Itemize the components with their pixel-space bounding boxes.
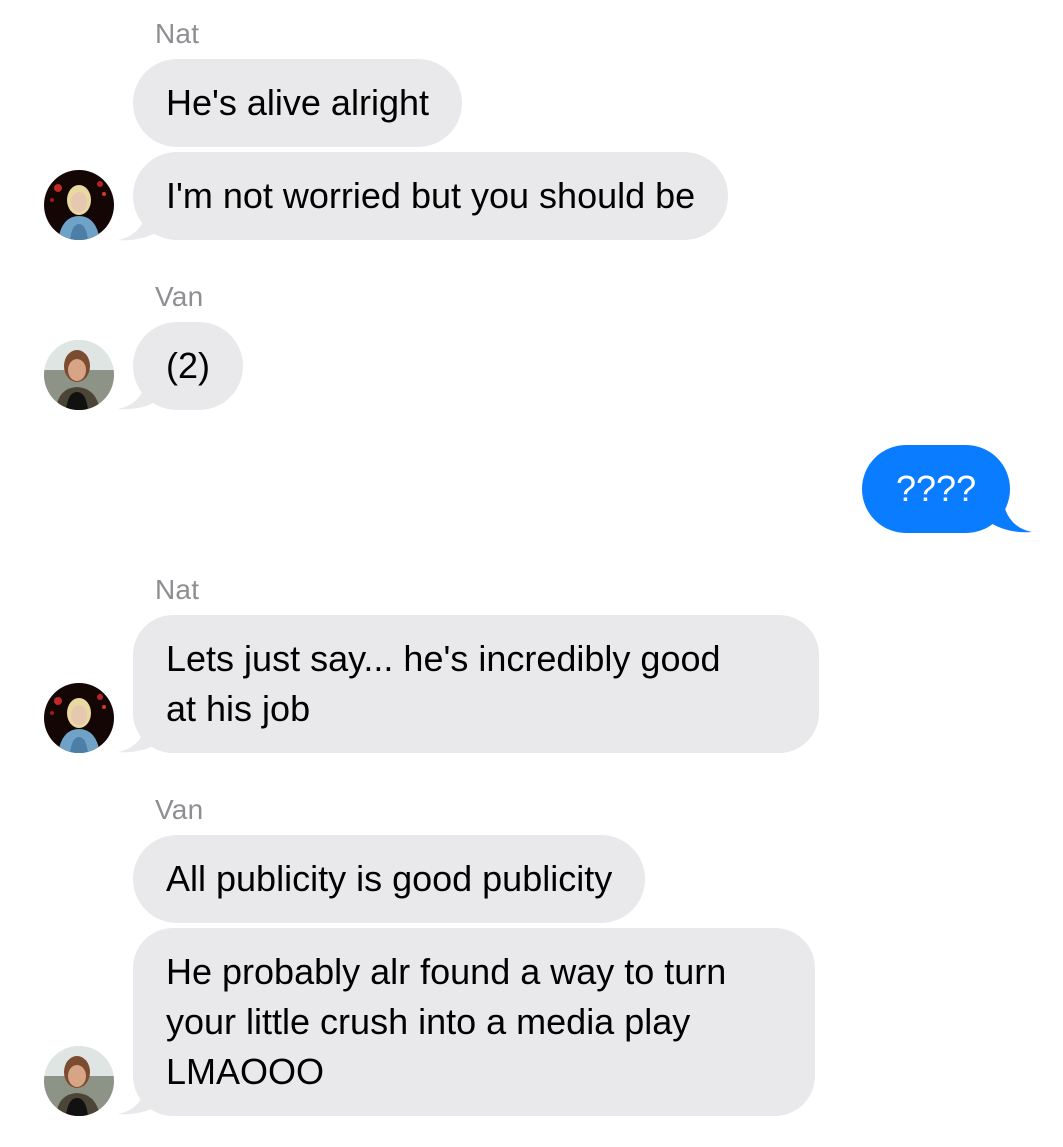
message-bubble[interactable]: He's alive alright [133, 59, 462, 147]
message-bubble[interactable]: Lets just say... he's incredibly good at… [133, 615, 819, 753]
message-text: ???? [896, 468, 977, 509]
message-bubble[interactable]: (2) [133, 322, 243, 410]
message-bubble[interactable]: All publicity is good publicity [133, 835, 646, 923]
sender-label-van: Van [155, 281, 204, 312]
message-text: I'm not worried but you should be [166, 175, 696, 216]
nat-avatar[interactable] [44, 683, 114, 753]
message-text-line: Lets just say... he's incredibly good [166, 638, 721, 679]
sender-label-van: Van [155, 794, 204, 825]
message-text-line: at his job [166, 688, 311, 729]
message-text-line: your little crush into a media play [166, 1001, 691, 1042]
message-bubble[interactable]: I'm not worried but you should be [133, 152, 729, 240]
van-avatar[interactable] [44, 340, 114, 410]
message-text: All publicity is good publicity [166, 858, 613, 899]
sender-label-nat: Nat [155, 574, 200, 605]
sender-label-nat: Nat [155, 18, 200, 49]
message-text-line: LMAOOO [166, 1051, 325, 1092]
message-text-line: He probably alr found a way to turn [166, 951, 727, 992]
van-avatar[interactable] [44, 1046, 114, 1116]
message-text: He's alive alright [166, 82, 429, 123]
message-bubble[interactable]: He probably alr found a way to turn your… [133, 928, 815, 1116]
nat-avatar[interactable] [44, 170, 114, 240]
message-text: (2) [166, 345, 210, 386]
message-bubble-outgoing[interactable]: ???? [862, 445, 1011, 533]
